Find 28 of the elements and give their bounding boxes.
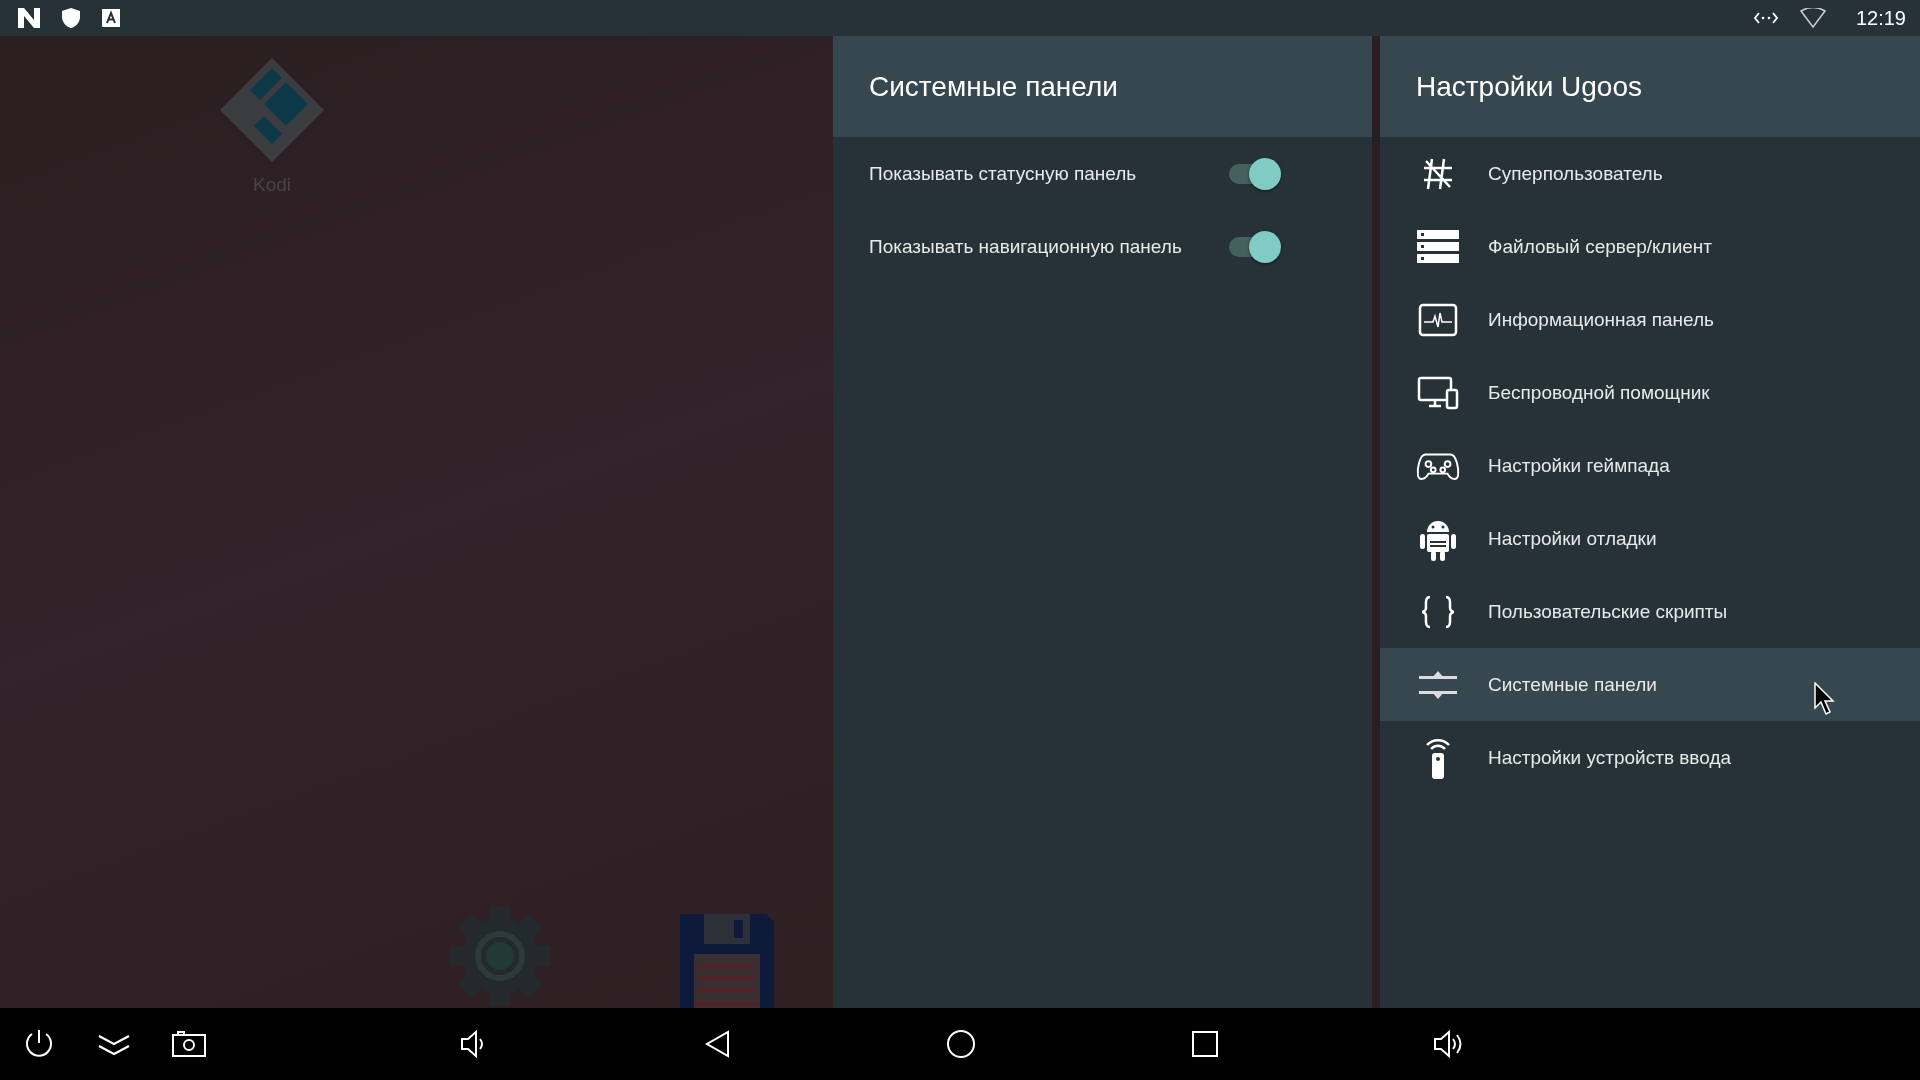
wifi-icon	[1799, 8, 1826, 28]
toggle-switch[interactable]	[1229, 229, 1281, 264]
menu-item[interactable]: Настройки устройств ввода	[1380, 721, 1920, 794]
sliders-icon	[1419, 669, 1457, 700]
server-icon	[1417, 229, 1459, 264]
setting-label: Показывать статусную панель	[869, 162, 1138, 185]
menu-item[interactable]: Системные панели	[1380, 648, 1920, 721]
menu-item[interactable]: Настройки геймпада	[1380, 429, 1920, 502]
n-logo-icon	[18, 8, 40, 28]
hash-icon	[1422, 156, 1454, 191]
keyboard-a-icon	[102, 9, 120, 27]
toggle-switch[interactable]	[1229, 156, 1281, 191]
data-arrows-icon	[1753, 11, 1778, 25]
menu-item[interactable]: Настройки отладки	[1380, 502, 1920, 575]
panel-title: Настройки Ugoos	[1416, 70, 1642, 103]
panel-title: Системные панели	[869, 70, 1118, 103]
menu-item[interactable]: Файловый сервер/клиент	[1380, 210, 1920, 283]
menu-item[interactable]: Пользовательские скрипты	[1380, 575, 1920, 648]
setting-label: Показывать навигационную панель	[869, 235, 1183, 258]
braces-icon	[1420, 594, 1456, 629]
menu-item[interactable]: Суперпользователь	[1380, 137, 1920, 210]
mouse-pointer-icon	[1814, 682, 1836, 716]
computer-phone-icon	[1417, 375, 1459, 410]
shield-icon	[62, 8, 80, 28]
heartbeat-monitor-icon	[1418, 302, 1458, 337]
menu-item[interactable]: Информационная панель	[1380, 283, 1920, 356]
menu-item[interactable]: Беспроводной помощник	[1380, 356, 1920, 429]
clock-time: 12:19	[1855, 6, 1906, 30]
